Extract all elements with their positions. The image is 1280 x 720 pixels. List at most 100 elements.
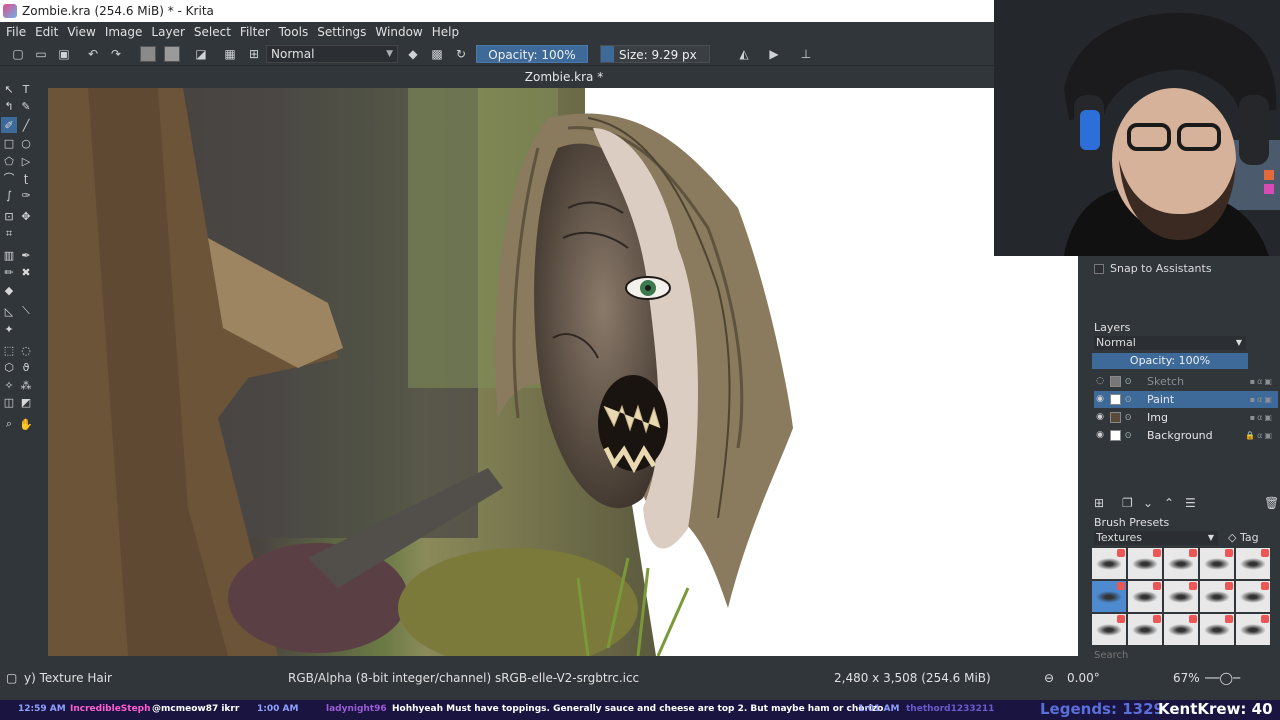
brush-preset[interactable] <box>1128 548 1162 579</box>
polygon-select-tool-icon[interactable]: ⬡ <box>1 359 17 375</box>
brush-editor-icon[interactable]: ⊞ <box>245 45 263 63</box>
fill-tool-icon[interactable]: ◆ <box>1 282 17 298</box>
lock-icon[interactable]: 🔒α▣ <box>1245 427 1274 444</box>
redo-icon[interactable]: ↷ <box>107 45 125 63</box>
gradient-tool-icon[interactable]: ▥ <box>1 247 17 263</box>
layer-row-paint[interactable]: ◉ ʘ Paint ▪α▣ <box>1094 391 1278 408</box>
visible-eye-icon[interactable]: ◉ <box>1094 391 1106 408</box>
pattern-picker-icon[interactable]: ▦ <box>221 45 239 63</box>
blend-mode-select[interactable]: Normal ▼ <box>266 45 398 63</box>
mirror-vertical-icon[interactable]: ▶ <box>765 45 783 63</box>
new-document-icon[interactable]: ▢ <box>9 45 27 63</box>
preset-search-input[interactable]: Search <box>1094 650 1128 661</box>
freehand-brush-tool-icon[interactable]: ✐ <box>1 117 17 133</box>
layer-row-img[interactable]: ◉ ʘ Img ▪α▣ <box>1094 409 1278 426</box>
eraser-mode-icon[interactable]: ◆ <box>404 45 422 63</box>
foreground-color-swatch[interactable] <box>140 46 156 62</box>
brush-preset[interactable] <box>1200 614 1234 645</box>
select-shapes-tool-icon[interactable]: ↖ <box>1 81 17 97</box>
layer-opacity-slider[interactable]: Opacity: 100% <box>1092 353 1248 369</box>
layer-flags-icon[interactable]: ▪α▣ <box>1250 373 1274 390</box>
menu-edit[interactable]: Edit <box>35 25 58 39</box>
layer-row-background[interactable]: ◉ ʘ Background 🔒α▣ <box>1094 427 1278 444</box>
rectangle-tool-icon[interactable]: □ <box>1 135 17 151</box>
preserve-alpha-icon[interactable]: ▩ <box>428 45 446 63</box>
zoom-slider[interactable]: ──◯─ <box>1205 671 1240 685</box>
brush-preset[interactable] <box>1200 581 1234 612</box>
brush-preset[interactable] <box>1128 581 1162 612</box>
menu-tools[interactable]: Tools <box>279 25 309 39</box>
undo-icon[interactable]: ↶ <box>84 45 102 63</box>
brush-preset[interactable] <box>1236 548 1270 579</box>
layer-properties-icon[interactable]: ☰ <box>1185 496 1196 510</box>
zoom-level[interactable]: 67% <box>1173 671 1200 685</box>
brush-preset[interactable] <box>1200 548 1234 579</box>
reference-images-tool-icon[interactable]: ✦ <box>1 321 17 337</box>
snap-to-assistants-checkbox[interactable]: Snap to Assistants <box>1094 262 1212 275</box>
calligraphy-tool-icon[interactable]: ✎ <box>18 98 34 114</box>
duplicate-layer-icon[interactable]: ❐ <box>1122 496 1133 510</box>
transform-tool-icon[interactable]: ⊡ <box>1 208 17 224</box>
move-layer-down-icon[interactable]: ⌄ <box>1143 496 1153 510</box>
brush-preset[interactable] <box>1236 581 1270 612</box>
preset-tag-filter-select[interactable]: Textures ▼ <box>1094 531 1218 545</box>
brush-preset[interactable] <box>1236 614 1270 645</box>
menu-layer[interactable]: Layer <box>151 25 184 39</box>
layer-flags-icon[interactable]: ▪α▣ <box>1250 409 1274 426</box>
delete-layer-icon[interactable]: 🗑 <box>1264 496 1279 510</box>
menu-settings[interactable]: Settings <box>317 25 366 39</box>
brush-size-slider[interactable]: Size: 9.29 px <box>600 45 710 63</box>
dynamic-brush-tool-icon[interactable]: ∫ <box>1 187 17 203</box>
color-space-info[interactable]: RGB/Alpha (8-bit integer/channel) sRGB-e… <box>288 671 639 685</box>
tag-button[interactable]: ◇ Tag <box>1228 531 1259 544</box>
polygon-tool-icon[interactable]: ⬠ <box>1 153 17 169</box>
multibrush-tool-icon[interactable]: ✑ <box>18 187 34 203</box>
menu-select[interactable]: Select <box>194 25 231 39</box>
crop-tool-icon[interactable]: ⌗ <box>1 226 17 242</box>
layer-flags-icon[interactable]: ▪α▣ <box>1250 391 1274 408</box>
rotation-icon[interactable]: ⊖ <box>1044 671 1054 685</box>
ellipse-tool-icon[interactable]: ○ <box>18 135 34 151</box>
magnetic-select-tool-icon[interactable]: ◩ <box>18 394 34 410</box>
menu-filter[interactable]: Filter <box>240 25 270 39</box>
ellipse-select-tool-icon[interactable]: ◌ <box>18 342 34 358</box>
pan-tool-icon[interactable]: ✋ <box>18 416 34 432</box>
opacity-slider[interactable]: Opacity: 100% <box>476 45 588 63</box>
mirror-horizontal-icon[interactable]: ◭ <box>735 45 753 63</box>
text-tool-icon[interactable]: T <box>18 81 34 97</box>
menu-help[interactable]: Help <box>432 25 459 39</box>
save-icon[interactable]: ▣ <box>55 45 73 63</box>
freehand-path-tool-icon[interactable]: ʈ <box>18 170 34 186</box>
add-layer-icon[interactable]: ⊞ <box>1094 496 1104 510</box>
visible-eye-icon[interactable]: ◉ <box>1094 427 1106 444</box>
menu-image[interactable]: Image <box>105 25 143 39</box>
bezier-tool-icon[interactable]: ⌒ <box>1 170 17 186</box>
polyline-tool-icon[interactable]: ▷ <box>18 153 34 169</box>
gradient-picker-icon[interactable]: ◪ <box>192 45 210 63</box>
menu-file[interactable]: File <box>6 25 26 39</box>
brush-preset[interactable] <box>1164 581 1198 612</box>
brush-preset[interactable] <box>1164 614 1198 645</box>
menu-view[interactable]: View <box>67 25 95 39</box>
background-color-swatch[interactable] <box>164 46 180 62</box>
layer-row-sketch[interactable]: ◌ ʘ Sketch ▪α▣ <box>1094 373 1278 390</box>
brush-preset[interactable] <box>1128 614 1162 645</box>
colorize-mask-tool-icon[interactable]: ✏ <box>1 264 17 280</box>
brush-preset-selected[interactable] <box>1092 581 1126 612</box>
layer-blend-mode-select[interactable]: Normal ▼ <box>1094 336 1246 350</box>
assistant-tool-icon[interactable]: ◺ <box>1 303 17 319</box>
canvas[interactable] <box>48 88 1078 656</box>
line-tool-icon[interactable]: ╱ <box>18 117 34 133</box>
brush-preset[interactable] <box>1092 614 1126 645</box>
zoom-tool-icon[interactable]: ⌕ <box>1 416 17 432</box>
contiguous-select-tool-icon[interactable]: ✧ <box>1 377 17 393</box>
brush-preset[interactable] <box>1092 548 1126 579</box>
document-tab[interactable]: Zombie.kra * <box>48 66 1080 88</box>
bezier-select-tool-icon[interactable]: ◫ <box>1 394 17 410</box>
brush-preset[interactable] <box>1164 548 1198 579</box>
wrap-around-icon[interactable]: ⊥ <box>797 45 815 63</box>
open-document-icon[interactable]: ▭ <box>32 45 50 63</box>
smart-patch-tool-icon[interactable]: ✖ <box>18 264 34 280</box>
rectangle-select-tool-icon[interactable]: ⬚ <box>1 342 17 358</box>
hidden-eye-icon[interactable]: ◌ <box>1094 373 1106 390</box>
